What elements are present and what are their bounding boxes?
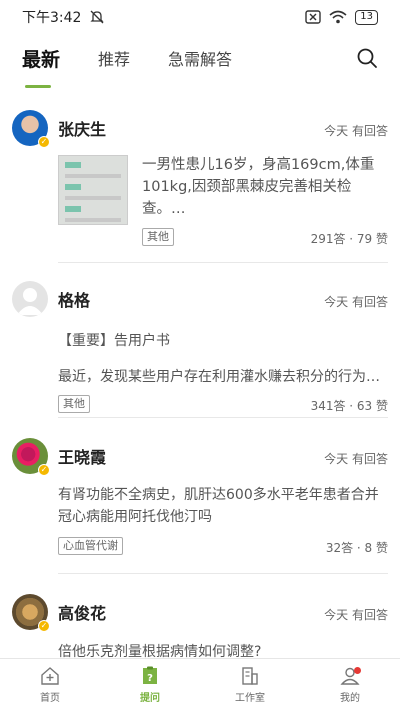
search-icon[interactable]: [356, 47, 378, 69]
user-name[interactable]: 张庆生: [58, 116, 106, 140]
avatar[interactable]: [12, 281, 48, 317]
tab-urgent[interactable]: 急需解答: [168, 46, 232, 70]
answer-status: 今天 有回答: [324, 124, 388, 138]
question-card[interactable]: ✓ 高俊花 今天 有回答 倍他乐克剂量根据病情如何调整?: [0, 574, 400, 658]
avatar[interactable]: ✓: [12, 438, 50, 476]
category-tag[interactable]: 其他: [58, 395, 90, 413]
verified-badge-icon: ✓: [38, 620, 50, 632]
nav-studio[interactable]: 工作室: [200, 659, 300, 711]
nav-ask-label: 提问: [140, 693, 160, 704]
wifi-icon: [329, 10, 347, 24]
avatar[interactable]: ✓: [12, 110, 50, 148]
svg-text:?: ?: [147, 673, 153, 684]
question-image[interactable]: [58, 155, 128, 225]
user-name[interactable]: 高俊花: [58, 600, 106, 624]
nav-home-label: 首页: [40, 693, 60, 704]
question-stats: 341答 · 63 赞: [310, 399, 388, 413]
ask-icon: ?: [143, 666, 157, 684]
tab-recommended-label: 推荐: [98, 50, 131, 69]
tab-urgent-label: 急需解答: [168, 50, 233, 69]
question-text[interactable]: 最近，发现某些用户存在利用灌水赚去积分的行为…: [58, 366, 388, 388]
question-text[interactable]: 一男性患儿16岁，身高169cm,体重101kg,因颈部黑棘皮完善相关检查。…: [142, 154, 384, 220]
user-name[interactable]: 格格: [58, 287, 90, 311]
tab-latest[interactable]: 最新: [22, 45, 61, 88]
no-sim-icon: [305, 10, 321, 24]
answer-status: 今天 有回答: [324, 295, 388, 309]
question-title[interactable]: 【重要】告用户书: [58, 330, 170, 352]
nav-profile[interactable]: 我的: [300, 659, 400, 711]
verified-badge-icon: ✓: [38, 136, 50, 148]
question-stats: 32答 · 8 赞: [325, 541, 388, 555]
studio-icon: [242, 667, 258, 685]
home-plus-icon: [41, 667, 59, 685]
tab-recommended[interactable]: 推荐: [98, 46, 130, 70]
notification-dot: [354, 667, 361, 674]
status-time: 下午3:42: [22, 10, 82, 26]
battery-indicator: 13: [355, 9, 378, 25]
tab-latest-label: 最新: [22, 48, 61, 71]
answer-status: 今天 有回答: [324, 452, 388, 466]
nav-home[interactable]: 首页: [0, 659, 100, 711]
nav-ask[interactable]: ? 提问: [100, 659, 200, 711]
verified-badge-icon: ✓: [38, 464, 50, 476]
question-stats: 291答 · 79 赞: [310, 232, 388, 246]
nav-profile-label: 我的: [340, 693, 360, 704]
default-avatar-icon: [17, 288, 43, 315]
question-feed[interactable]: ✓ 张庆生 今天 有回答 一男性患儿16岁，身高169cm,体重101kg,因颈…: [0, 88, 400, 658]
question-card[interactable]: 格格 今天 有回答 【重要】告用户书 最近，发现某些用户存在利用灌水赚去积分的行…: [0, 263, 400, 418]
mute-icon: [90, 10, 105, 24]
question-text[interactable]: 有肾功能不全病史，肌肝达600多水平老年患者合并冠心病能用阿托伐他汀吗: [58, 484, 388, 528]
category-tag[interactable]: 其他: [142, 228, 174, 246]
answer-status: 今天 有回答: [324, 608, 388, 622]
question-card[interactable]: ✓ 王晓霞 今天 有回答 有肾功能不全病史，肌肝达600多水平老年患者合并冠心病…: [0, 418, 400, 574]
category-tag[interactable]: 心血管代谢: [58, 537, 123, 555]
avatar[interactable]: ✓: [12, 594, 50, 632]
top-tab-bar: 最新 推荐 急需解答: [0, 34, 400, 88]
question-text[interactable]: 倍他乐克剂量根据病情如何调整?: [58, 641, 388, 658]
question-card[interactable]: ✓ 张庆生 今天 有回答 一男性患儿16岁，身高169cm,体重101kg,因颈…: [0, 108, 400, 263]
status-bar: 下午3:42 13: [0, 0, 400, 34]
bottom-nav-bar: 首页 ? 提问 工作室 我的: [0, 658, 400, 711]
nav-studio-label: 工作室: [235, 693, 265, 704]
user-name[interactable]: 王晓霞: [58, 444, 106, 468]
